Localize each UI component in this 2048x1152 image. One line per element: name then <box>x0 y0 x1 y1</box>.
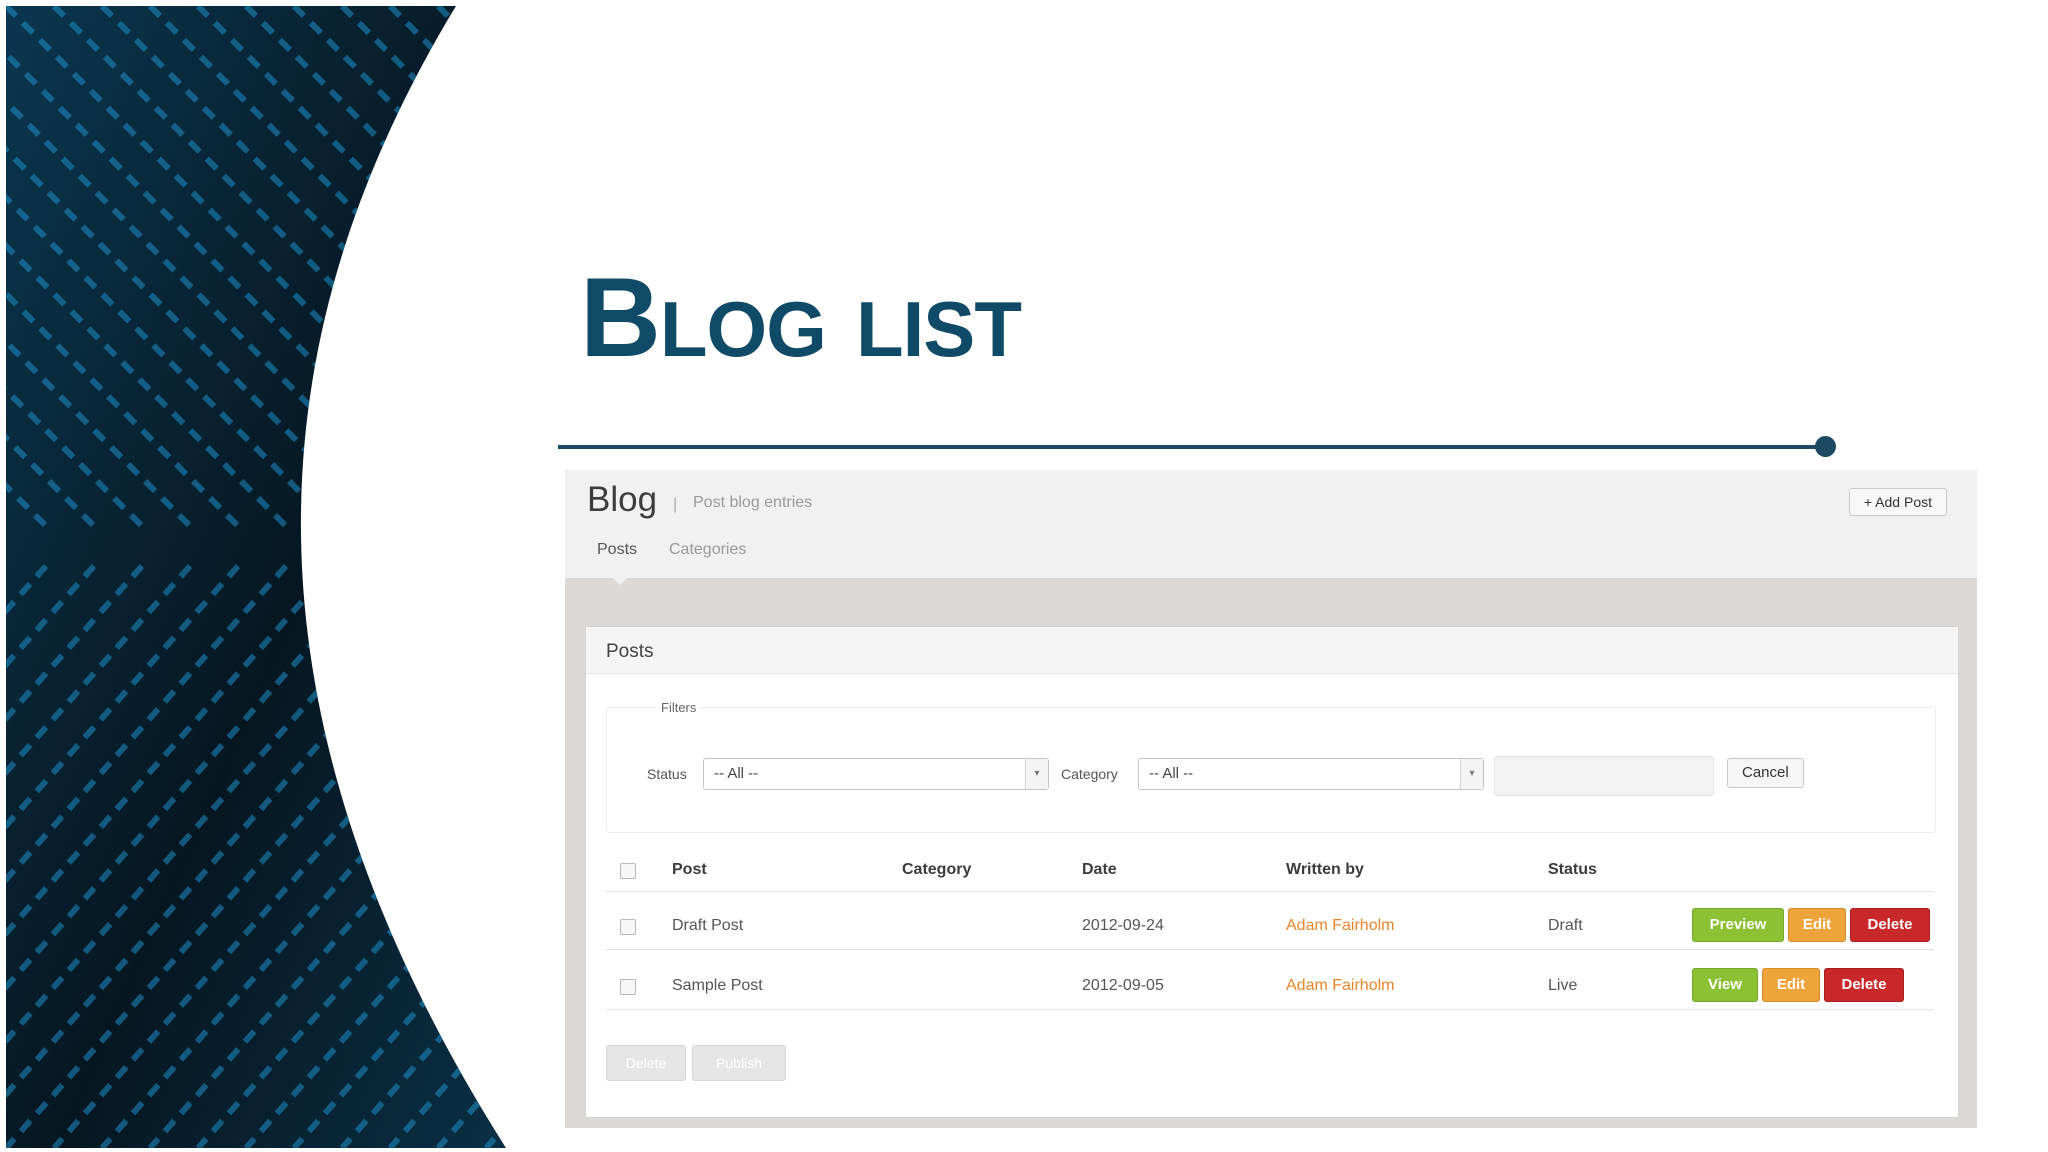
tab-categories[interactable]: Categories <box>669 541 746 559</box>
column-header-written-by: Written by <box>1286 861 1364 878</box>
post-date: 2012-09-05 <box>1082 977 1164 994</box>
chevron-down-icon[interactable]: ▾ <box>1025 759 1048 789</box>
posts-panel: Posts Filters Status -- All -- ▾ Categor… <box>585 626 1959 1118</box>
preview-button[interactable]: Preview <box>1692 908 1784 942</box>
app-header: Blog | Post blog entries + Add Post Post… <box>565 470 1977 579</box>
column-header-post: Post <box>672 861 707 878</box>
post-author[interactable]: Adam Fairholm <box>1286 917 1394 935</box>
status-select-value: -- All -- <box>714 765 759 782</box>
slide-title: Blog list <box>580 255 1022 380</box>
view-button[interactable]: View <box>1692 968 1758 1002</box>
post-status: Live <box>1548 977 1578 994</box>
delete-button[interactable]: Delete <box>1824 968 1904 1002</box>
select-all-checkbox[interactable] <box>620 863 636 879</box>
tab-posts[interactable]: Posts <box>597 541 637 559</box>
title-divider <box>558 445 1826 449</box>
row-checkbox[interactable] <box>620 979 636 995</box>
decor-stripe <box>435 6 506 529</box>
filters-box: Filters Status -- All -- ▾ Category -- A… <box>606 700 1936 833</box>
row-checkbox[interactable] <box>620 919 636 935</box>
decor-stripe <box>483 564 506 1148</box>
post-title[interactable]: Sample Post <box>672 977 763 995</box>
cancel-button[interactable]: Cancel <box>1727 758 1804 788</box>
title-separator: | <box>673 496 678 513</box>
row-divider <box>606 1009 1934 1010</box>
edit-button[interactable]: Edit <box>1788 908 1846 942</box>
column-header-date: Date <box>1082 861 1117 878</box>
decor-stripe <box>483 6 506 529</box>
status-select[interactable]: -- All -- ▾ <box>703 758 1049 790</box>
page-title: Blog <box>587 480 658 519</box>
filters-legend: Filters <box>657 700 701 715</box>
blog-app-screenshot: Blog | Post blog entries + Add Post Post… <box>565 470 1977 1128</box>
panel-title: Posts <box>606 641 654 662</box>
delete-button[interactable]: Delete <box>1850 908 1930 942</box>
decorative-panel <box>6 6 511 1148</box>
category-select-value: -- All -- <box>1149 765 1194 782</box>
edit-button[interactable]: Edit <box>1762 968 1820 1002</box>
column-header-status: Status <box>1548 861 1597 878</box>
status-label: Status <box>647 766 687 782</box>
chevron-down-icon[interactable]: ▾ <box>1460 759 1483 789</box>
divider-dot <box>1815 436 1836 457</box>
page-subtitle: Post blog entries <box>693 494 813 511</box>
add-post-button[interactable]: + Add Post <box>1848 488 1947 516</box>
search-input[interactable] <box>1494 756 1714 796</box>
panel-header: Posts <box>586 627 1958 674</box>
row-divider <box>606 949 1934 950</box>
post-author[interactable]: Adam Fairholm <box>1286 977 1394 995</box>
post-status: Draft <box>1548 917 1583 934</box>
post-date: 2012-09-24 <box>1082 917 1164 934</box>
table-header-divider <box>606 891 1934 892</box>
category-select[interactable]: -- All -- ▾ <box>1138 758 1484 790</box>
bulk-publish-button[interactable]: Publish <box>692 1045 786 1081</box>
post-title[interactable]: Draft Post <box>672 917 743 935</box>
bulk-delete-button[interactable]: Delete <box>606 1045 686 1081</box>
column-header-category: Category <box>902 861 972 878</box>
active-tab-pointer <box>613 578 627 585</box>
category-label: Category <box>1061 766 1118 782</box>
